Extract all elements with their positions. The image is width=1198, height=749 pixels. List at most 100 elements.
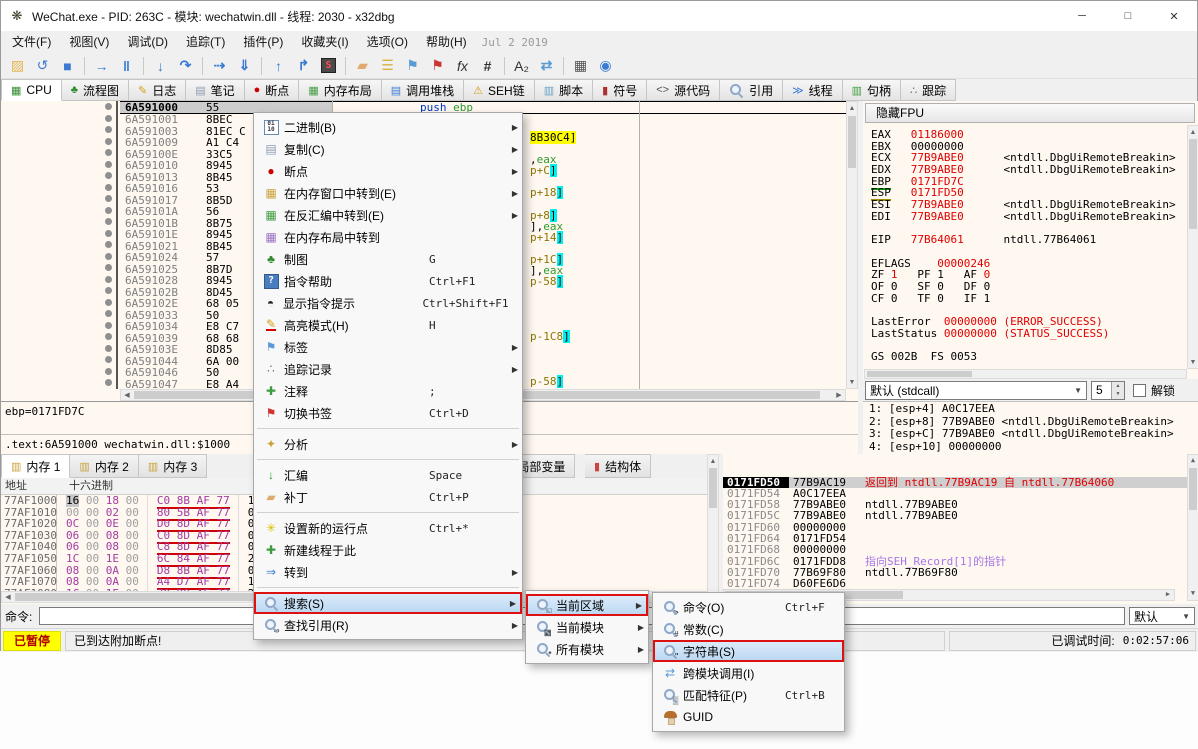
dump-vscrollbar[interactable]: ▲ ▼	[707, 454, 719, 603]
breakpoint-dot[interactable]	[1, 101, 116, 113]
dump-tab-结构体[interactable]: ▮结构体	[585, 454, 651, 478]
menu-item-复制(C)[interactable]: ▤复制(C)▶	[254, 138, 522, 160]
tab-脚本[interactable]: ▥脚本	[535, 79, 593, 101]
scroll-thumb[interactable]	[867, 371, 972, 377]
menu-item-匹配特征(P)[interactable]: ▒匹配特征(P)Ctrl+B	[653, 684, 844, 706]
stepper-down-icon[interactable]: ▼	[1112, 390, 1124, 399]
tab-流程图[interactable]: ♣流程图	[62, 79, 129, 101]
step-over-icon[interactable]: ↷	[173, 55, 198, 77]
menu-item-在内存布局中转到[interactable]: ▦在内存布局中转到	[254, 226, 522, 248]
minimize-button[interactable]: ─	[1059, 1, 1105, 31]
pattern-icon[interactable]: #	[475, 55, 500, 77]
tab-线程[interactable]: ≫线程	[783, 79, 843, 101]
breakpoint-dot[interactable]	[1, 239, 116, 251]
menubar-item[interactable]: 插件(P)	[234, 31, 292, 53]
menubar-item[interactable]: 帮助(H)	[417, 31, 476, 53]
menu-item-高亮模式(H)[interactable]: ✎高亮模式(H)H	[254, 314, 522, 336]
menu-item-字符串(S)[interactable]: "字符串(S)	[653, 640, 844, 662]
globe-icon[interactable]: ◉	[593, 55, 618, 77]
breakpoint-dot[interactable]	[1, 136, 116, 148]
breakpoint-dot[interactable]	[1, 308, 116, 320]
menu-item-查找引用(R)[interactable]: ∞查找引用(R)▶	[254, 614, 522, 636]
tab-符号[interactable]: ▮符号	[593, 79, 647, 101]
stack-row[interactable]: 0171FD6800000000	[723, 544, 1198, 555]
breakpoint-dot[interactable]	[1, 366, 116, 378]
menu-item-命令(O)[interactable]: >命令(O)Ctrl+F	[653, 596, 844, 618]
bookmarks-icon[interactable]: ⚑	[425, 55, 450, 77]
dump-tab-内存 2[interactable]: ▥内存 2	[70, 454, 138, 478]
scylla-icon[interactable]: S	[316, 55, 341, 77]
menu-item-断点[interactable]: ●断点▶	[254, 160, 522, 182]
tab-内存布局[interactable]: ▦内存布局	[299, 79, 381, 101]
menu-item-汇编[interactable]: ↓汇编Space	[254, 464, 522, 486]
menu-item-标签[interactable]: ⚑标签▶	[254, 336, 522, 358]
patch-icon[interactable]: ▰	[350, 55, 375, 77]
close-button[interactable]: ✕	[1151, 1, 1197, 31]
argument-line[interactable]: 3: [esp+C] 77B9ABE0 <ntdll.DbgUiRemoteBr…	[869, 428, 1198, 441]
last-status-row[interactable]: LastStatus 00000000 (STATUS_SUCCESS)	[871, 328, 1187, 340]
tab-句柄[interactable]: ▥句柄	[843, 79, 901, 101]
breakpoint-dot[interactable]	[1, 205, 116, 217]
menu-item-设置新的运行点[interactable]: ✳设置新的运行点Ctrl+*	[254, 517, 522, 539]
execute-till-return-icon[interactable]: ↑	[266, 55, 291, 77]
breakpoint-dot[interactable]	[1, 228, 116, 240]
scroll-down-arrow[interactable]: ▼	[1188, 588, 1198, 600]
scroll-right-arrow[interactable]: ▶	[1162, 590, 1174, 600]
register-row[interactable]: EDI 77B9ABE0 <ntdll.DbgUiRemoteBreakin>	[871, 211, 1187, 223]
breakpoint-dot[interactable]	[1, 159, 116, 171]
scroll-up-arrow[interactable]: ▲	[1188, 126, 1198, 138]
menu-item-切换书签[interactable]: ⚑切换书签Ctrl+D	[254, 402, 522, 424]
pause-icon[interactable]: ‖	[114, 55, 139, 77]
menu-item-所有模块[interactable]: *所有模块▶	[526, 638, 648, 660]
breakpoint-dot[interactable]	[1, 343, 116, 355]
menubar-item[interactable]: 追踪(T)	[177, 31, 234, 53]
segments-row[interactable]: GS 002B FS 0053	[871, 351, 1187, 363]
menu-item-补丁[interactable]: ▰补丁Ctrl+P	[254, 486, 522, 508]
scroll-left-arrow[interactable]: ◀	[2, 592, 14, 602]
argument-line[interactable]: 4: [esp+10] 00000000	[869, 441, 1198, 454]
breakpoint-dot[interactable]	[1, 170, 116, 182]
dump-tab-内存 3[interactable]: ▥内存 3	[139, 454, 207, 478]
register-row[interactable]: EIP 77B64061 ntdll.77B64061	[871, 234, 1187, 246]
breakpoint-dot[interactable]	[1, 113, 116, 125]
argument-line[interactable]: 1: [esp+4] A0C17EEA	[869, 403, 1198, 416]
stack-vscrollbar[interactable]: ▲ ▼	[1187, 454, 1198, 601]
tab-笔记[interactable]: ▤笔记	[186, 79, 244, 101]
menu-item-GUID[interactable]: GUID	[653, 706, 844, 728]
breakpoint-dot[interactable]	[1, 182, 116, 194]
scroll-right-arrow[interactable]: ▶	[833, 390, 845, 400]
menu-item-制图[interactable]: ♣制图G	[254, 248, 522, 270]
menu-item-当前区域[interactable]: □当前区域▶	[526, 594, 648, 616]
tab-CPU[interactable]: ▦CPU	[1, 79, 62, 101]
menu-item-新建线程于此[interactable]: ✚新建线程于此	[254, 539, 522, 561]
registers-hscrollbar[interactable]	[864, 369, 1187, 379]
breakpoint-dot[interactable]	[1, 124, 116, 136]
breakpoint-dot[interactable]	[1, 274, 116, 286]
breakpoint-dot[interactable]	[1, 147, 116, 159]
menubar-item[interactable]: 选项(O)	[358, 31, 417, 53]
dump-tab-内存 1[interactable]: ▥内存 1	[1, 454, 70, 478]
breakpoint-dot[interactable]	[1, 216, 116, 228]
menubar-item[interactable]: 文件(F)	[3, 31, 60, 53]
functions-icon[interactable]: fx	[450, 55, 475, 77]
tab-调用堆栈[interactable]: ▤调用堆栈	[382, 79, 464, 101]
restart-icon[interactable]: ↺	[30, 55, 55, 77]
registers-vscrollbar[interactable]: ▲ ▼	[1187, 125, 1198, 369]
menu-item-注释[interactable]: ✚注释;	[254, 380, 522, 402]
scroll-thumb[interactable]	[709, 468, 717, 508]
breakpoint-dot[interactable]	[1, 251, 116, 263]
breakpoint-dot[interactable]	[1, 285, 116, 297]
menu-item-二进制(B)[interactable]: 01 10二进制(B)▶	[254, 116, 522, 138]
breakpoint-dot[interactable]	[1, 262, 116, 274]
trace-into-icon[interactable]: ⇓	[232, 55, 257, 77]
step-into-icon[interactable]: ↓	[148, 55, 173, 77]
scroll-thumb[interactable]	[1189, 139, 1197, 229]
menu-item-跨模块调用(I)[interactable]: ⇄跨模块调用(I)	[653, 662, 844, 684]
menubar-item[interactable]: 收藏夹(I)	[292, 31, 357, 53]
menubar-item[interactable]: 视图(V)	[60, 31, 118, 53]
tab-引用[interactable]: 引用	[720, 79, 783, 101]
tab-日志[interactable]: ✎日志	[129, 79, 186, 101]
breakpoint-dot[interactable]	[1, 193, 116, 205]
menu-item-追踪记录[interactable]: ∴追踪记录▶	[254, 358, 522, 380]
open-file-icon[interactable]: ▨	[5, 55, 30, 77]
